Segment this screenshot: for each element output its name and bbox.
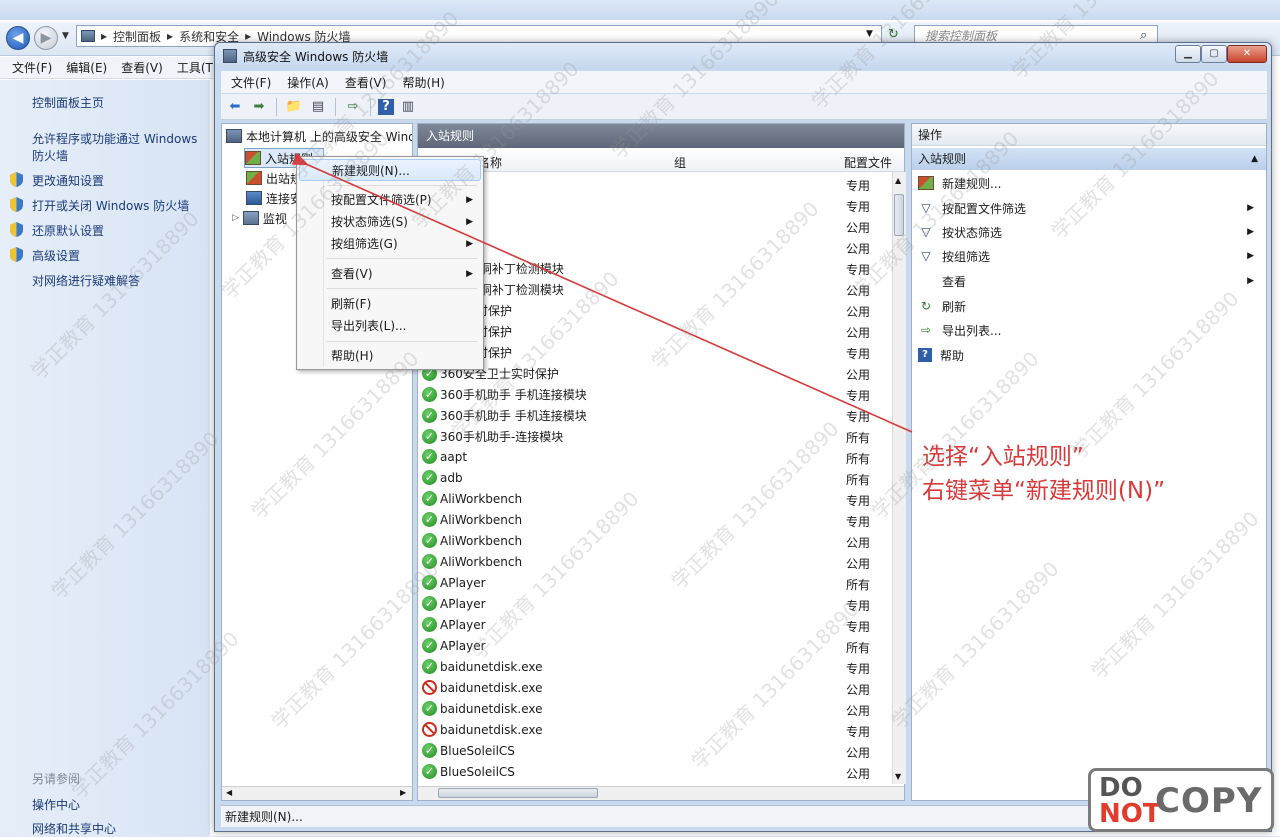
annotation-arrow: [291, 152, 913, 433]
annotation-note: 选择“入站规则” 右键菜单“新建规则(N)”: [922, 440, 1165, 508]
do-not-copy-logo: DO NOT COPY: [1088, 768, 1274, 832]
annotation-line-2: 右键菜单“新建规则(N)”: [922, 478, 1165, 504]
annotation-arrow-line: [291, 152, 913, 433]
logo-not-text: NOT: [1099, 799, 1161, 829]
annotation-line-1: 选择“入站规则”: [922, 444, 1084, 470]
logo-copy-text: COPY: [1155, 781, 1263, 821]
